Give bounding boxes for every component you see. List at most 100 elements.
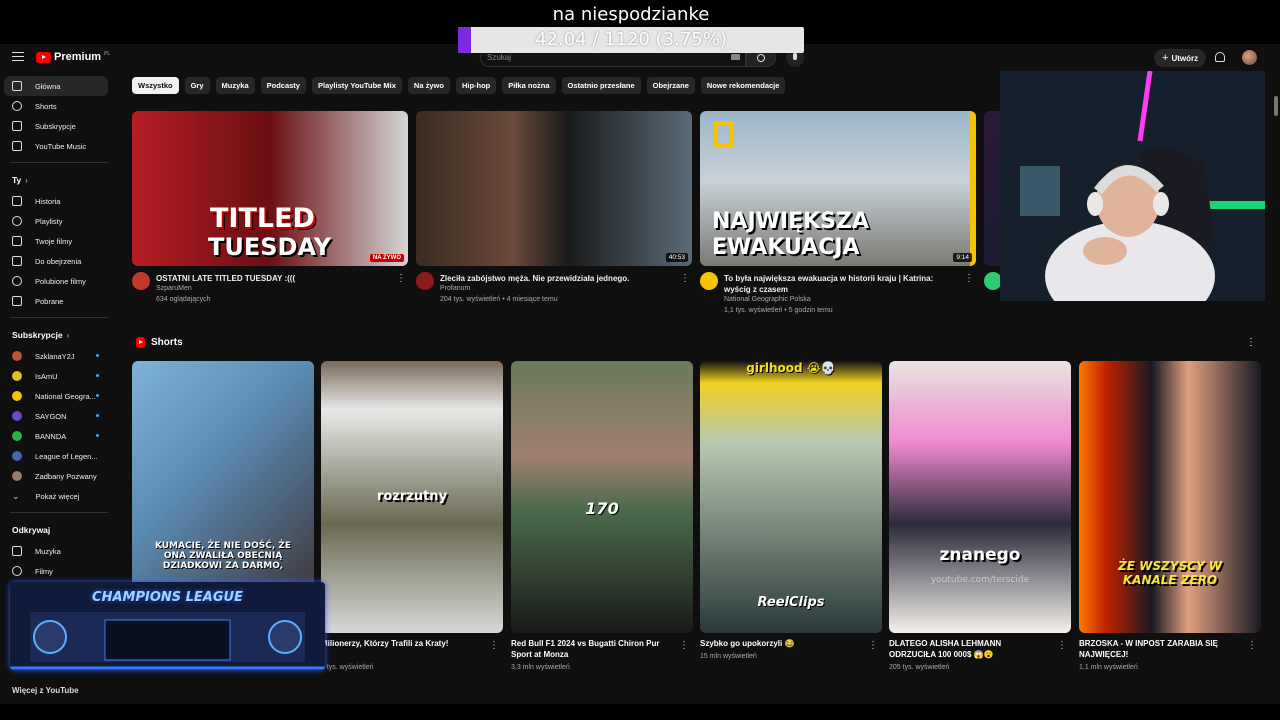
short-thumbnail[interactable]: znanego youtube.com/terscide (889, 361, 1071, 633)
youtube-logo[interactable]: Premium PL (36, 51, 110, 63)
shorts-icon (12, 101, 22, 111)
sidebar-item-label: Playlisty (35, 216, 63, 226)
subscriptions-icon (12, 121, 22, 131)
champions-league-overlay: CHAMPIONS LEAGUE (10, 582, 325, 670)
video-thumbnail[interactable]: 40:53 (416, 111, 692, 266)
stream-bottom-overlay (0, 704, 1280, 720)
search-icon (757, 54, 765, 62)
short-thumbnail[interactable]: 170 (511, 361, 693, 633)
sidebar-you-header[interactable]: Ty › (0, 169, 118, 191)
video-title[interactable]: OSTATNI LATE TITLED TUESDAY :((( (156, 273, 392, 284)
sidebar-divider (10, 162, 108, 163)
sidebar-item[interactable]: Zadbany Pozwany (0, 466, 118, 486)
sidebar-item[interactable]: SzklanaY2J (0, 346, 118, 366)
sidebar-item[interactable]: IsAmU (0, 366, 118, 386)
page-scrollbar[interactable] (1274, 96, 1278, 116)
webcam-scene (1000, 71, 1265, 301)
sidebar-item[interactable]: Pobrane (0, 291, 118, 311)
short-card[interactable]: 170 Red Bull F1 2024 vs Bugatti Chiron Pu… (511, 361, 693, 671)
keyboard-icon[interactable] (731, 54, 740, 60)
notifications-bell-icon[interactable] (1215, 52, 1225, 62)
short-views: 1,1 mln wyświetleń (1079, 664, 1138, 671)
more-actions-icon[interactable]: ⋮ (489, 640, 499, 651)
channel-avatar[interactable] (700, 272, 718, 290)
filter-chip[interactable]: Podcasty (260, 77, 306, 94)
filter-chip[interactable]: Na żywo (407, 77, 450, 94)
short-title[interactable]: BRZOSKA - W INPOST ZARABIA SIĘ NAJWIĘCEJ… (1079, 638, 1239, 660)
short-caption: youtube.com/terscide (930, 575, 1030, 585)
more-actions-icon[interactable]: ⋮ (964, 273, 974, 284)
short-title[interactable]: Milionerzy, Którzy Trafili za Kraty! (321, 638, 481, 649)
shorts-more-icon[interactable]: ⋮ (1246, 337, 1256, 348)
sidebar-item[interactable]: BANNDA (0, 426, 118, 446)
more-actions-icon[interactable]: ⋮ (1247, 640, 1257, 651)
short-thumbnail[interactable]: rozrzutny (321, 361, 503, 633)
short-title[interactable]: DLATEGO ALISHA LEHMANN ODRZUCIŁA 100 000… (889, 638, 1049, 660)
filter-chip[interactable]: Muzyka (215, 77, 255, 94)
sidebar-item[interactable]: SAYGON (0, 406, 118, 426)
video-channel-name[interactable]: Profanum (440, 285, 676, 292)
create-button[interactable]: + Utwórz (1154, 49, 1207, 67)
video-channel-name[interactable]: National Geographic Polska (724, 296, 960, 303)
sidebar-item-label: Zadbany Pozwany (35, 471, 97, 481)
shorts-title: Shorts (151, 337, 183, 348)
sidebar-item[interactable]: Shorts (0, 96, 118, 116)
filter-chip[interactable]: Piłka nożna (502, 77, 556, 94)
sidebar-item[interactable]: Polubione filmy (0, 271, 118, 291)
menu-icon[interactable] (12, 52, 24, 61)
sidebar-item[interactable]: Do obejrzenia (0, 251, 118, 271)
video-duration: 40:53 (665, 253, 688, 262)
short-title[interactable]: Red Bull F1 2024 vs Bugatti Chiron Pur S… (511, 638, 671, 660)
channel-avatar-icon (12, 391, 22, 401)
filter-chip[interactable]: Hip-hop (455, 77, 497, 94)
more-actions-icon[interactable]: ⋮ (868, 640, 878, 651)
filter-chip[interactable]: Ostatnio przesłane (561, 77, 641, 94)
sidebar-item[interactable]: YouTube Music (0, 136, 118, 156)
channel-avatar[interactable] (132, 272, 150, 290)
sidebar-item[interactable]: Subskrypcje (0, 116, 118, 136)
sidebar-item[interactable]: Historia (0, 191, 118, 211)
more-actions-icon[interactable]: ⋮ (680, 273, 690, 284)
sidebar-subscriptions-header[interactable]: Subskrypcje › (0, 324, 118, 346)
channel-avatar[interactable] (416, 272, 434, 290)
filter-chip[interactable]: Gry (184, 77, 210, 94)
account-avatar[interactable] (1242, 50, 1257, 65)
sidebar-show-more[interactable]: ⌄ Pokaż więcej (0, 486, 118, 506)
video-thumbnail[interactable]: NAJWIĘKSZA EWAKUACJA 9:14 (700, 111, 976, 266)
video-title[interactable]: Zleciła zabójstwo męża. Nie przewidziała… (440, 273, 676, 284)
streamer-webcam-overlay (1000, 71, 1265, 301)
sidebar-item-label: Pobrane (35, 296, 64, 306)
video-title[interactable]: To była największa ewakuacja w historii … (724, 273, 960, 295)
short-thumbnail[interactable]: ŻE WSZYSCY W KANALE ZERO (1079, 361, 1261, 633)
filter-chip[interactable]: Wszystko (132, 77, 179, 94)
more-actions-icon[interactable]: ⋮ (396, 273, 406, 284)
sidebar-item[interactable]: Główna (4, 76, 108, 96)
sidebar-item-label: SzklanaY2J (35, 351, 75, 361)
video-channel-name[interactable]: SzparuMen (156, 285, 392, 292)
more-actions-icon[interactable]: ⋮ (1057, 640, 1067, 651)
sidebar-item[interactable]: Twoje filmy (0, 231, 118, 251)
short-card[interactable]: ŻE WSZYSCY W KANALE ZERO BRZOSKA - W INPO… (1079, 361, 1261, 671)
short-caption: girlhood 😭💀 (746, 361, 836, 375)
thumbnail-overlay-text: TITLED (210, 203, 315, 234)
sidebar-item[interactable]: Filmy (0, 561, 118, 581)
short-thumbnail[interactable]: girlhood 😭💀 ReelClips (700, 361, 882, 633)
sidebar-item[interactable]: Playlisty (0, 211, 118, 231)
video-card[interactable]: TITLED TUESDAY NA ŻYWO OSTATNI LATE TITLED … (132, 111, 408, 303)
watch-later-icon (12, 256, 22, 266)
sidebar-item[interactable]: National Geogra... (0, 386, 118, 406)
short-title[interactable]: Szybko go upokorzyli 😂 (700, 638, 860, 649)
video-card[interactable]: NAJWIĘKSZA EWAKUACJA 9:14 To była największ… (700, 111, 976, 314)
filter-chip[interactable]: Nowe rekomendacje (700, 77, 786, 94)
video-thumbnail[interactable]: TITLED TUESDAY NA ŻYWO (132, 111, 408, 266)
short-card[interactable]: znanego youtube.com/terscide DLATEGO ALISH… (889, 361, 1071, 671)
short-card[interactable]: girlhood 😭💀 ReelClips Szybko go upokorzyli… (700, 361, 882, 660)
video-card[interactable]: 40:53 Zleciła zabójstwo męża. Nie przewid… (416, 111, 692, 303)
short-card[interactable]: rozrzutny Milionerzy, Którzy Trafili za K… (321, 361, 503, 671)
filter-chip[interactable]: Playlisty YouTube Mix (311, 77, 402, 94)
filter-chip[interactable]: Obejrzane (646, 77, 695, 94)
sidebar-item-label: Główna (35, 81, 61, 91)
more-actions-icon[interactable]: ⋮ (679, 640, 689, 651)
sidebar-item[interactable]: Muzyka (0, 541, 118, 561)
sidebar-item[interactable]: League of Legen... (0, 446, 118, 466)
